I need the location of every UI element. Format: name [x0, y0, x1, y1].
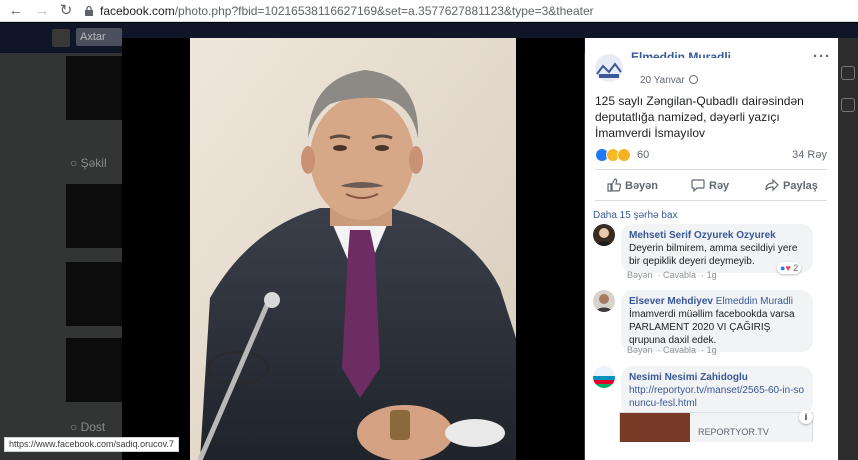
page-name-link[interactable]: Elmeddin Muradli: [631, 50, 741, 58]
comment-time[interactable]: 1g: [707, 270, 717, 280]
comment-reply-link[interactable]: Cavabla: [663, 270, 696, 280]
browser-toolbar: ← → ↻ facebook.com/photo.php?fbid=102165…: [0, 0, 858, 22]
divider: [595, 169, 827, 170]
avatar-image: [593, 366, 615, 388]
background-search-input: Axtar: [76, 28, 122, 46]
post-actions: Bəyən Rəy Paylaş: [595, 175, 827, 195]
address-bar[interactable]: facebook.com/photo.php?fbid=102165381166…: [84, 2, 854, 20]
share-label: Paylaş: [783, 180, 818, 192]
reaction-summary[interactable]: 60 34 Rəy: [595, 146, 827, 164]
comment-bubble: Elsever Mehdiyev Elmeddin Muradli İmamve…: [621, 290, 813, 352]
share-icon: [765, 178, 779, 192]
write-comment-input[interactable]: [585, 442, 838, 460]
back-icon[interactable]: ←: [8, 3, 24, 19]
lock-icon: [85, 5, 93, 16]
link-preview-source: REPORTYOR.TV: [698, 427, 769, 437]
comment-count[interactable]: 34 Rəy: [792, 149, 827, 161]
post-date-text: 20 Yanvar: [640, 75, 685, 86]
comment-like-link[interactable]: Bəyən: [627, 345, 653, 355]
post-panel: Elmeddin Muradli 20 Yanvar ··· 125 saylı…: [585, 38, 838, 460]
divider: [595, 200, 827, 201]
portrait-image: [190, 38, 516, 460]
page-avatar[interactable]: [595, 54, 623, 82]
comment-meta: Bəyən · Cavabla · 1g: [627, 270, 717, 280]
post-text: 125 saylı Zəngilan-Qubadlı dairəsindən d…: [595, 94, 804, 140]
comment-time[interactable]: 1g: [707, 345, 717, 355]
like-label: Bəyən: [625, 180, 659, 192]
commenter-avatar[interactable]: [593, 366, 615, 388]
comment-author[interactable]: Nesimi Nesimi Zahidoglu: [629, 372, 748, 383]
sidebar-icon[interactable]: [841, 98, 855, 112]
share-button[interactable]: Paylaş: [765, 178, 818, 192]
commenter-avatar[interactable]: [593, 224, 615, 246]
comment-reply-link[interactable]: Cavabla: [663, 345, 696, 355]
reload-icon[interactable]: ↻: [58, 3, 74, 19]
comment-like-link[interactable]: Bəyən: [627, 270, 653, 280]
forward-icon[interactable]: →: [34, 3, 50, 19]
sidebar-icon[interactable]: [841, 66, 855, 80]
url-path: /photo.php?fbid=10216538116627169&set=a.…: [174, 4, 594, 18]
avatar-image: [595, 54, 623, 82]
wow-reaction-icon: [617, 148, 631, 162]
status-bar-url: https://www.facebook.com/sadiq.orucov.7: [4, 437, 179, 452]
comment-text: İmamverdi müəllim facebookda varsa PARLA…: [629, 309, 795, 346]
comment-reactions[interactable]: ●♥ 2: [777, 262, 802, 274]
globe-icon: [688, 75, 698, 84]
comment-label: Rəy: [709, 180, 730, 192]
avatar-image: [593, 290, 615, 312]
comment-mention[interactable]: Elmeddin Muradli: [716, 296, 793, 307]
comment-bubble: Nesimi Nesimi Zahidoglu http://reportyor…: [621, 366, 813, 415]
like-button[interactable]: Bəyən: [607, 178, 658, 192]
comment-author[interactable]: Mehseti Serif Ozyurek Ozyurek: [629, 230, 776, 241]
post-timestamp[interactable]: 20 Yanvar: [640, 75, 698, 86]
thumbs-up-icon: [607, 178, 622, 192]
post-photo[interactable]: [190, 38, 516, 460]
view-more-comments-link[interactable]: Daha 15 şərhə bax: [593, 210, 678, 221]
comment-button[interactable]: Rəy: [691, 178, 730, 193]
comment-meta: Bəyən · Cavabla · 1g: [627, 345, 717, 355]
comment-link[interactable]: http://reportyor.tv/manset/2565-60-in-so…: [629, 385, 804, 409]
more-options-icon[interactable]: ···: [813, 48, 831, 65]
background-section-label: ○ Şəkil: [70, 156, 107, 170]
right-sidebar-strip: [838, 38, 858, 460]
commenter-avatar[interactable]: [593, 290, 615, 312]
avatar-image: [593, 224, 615, 246]
comment-icon: [691, 179, 705, 193]
comment-text: Deyerin bilmirem, amma secildiyi yere bi…: [629, 243, 798, 267]
reaction-count[interactable]: 60: [637, 149, 649, 161]
url-host: facebook.com: [100, 4, 175, 18]
love-reaction-icon: ♥: [785, 263, 791, 273]
info-icon[interactable]: i: [799, 410, 813, 424]
comment-reaction-count: 2: [793, 263, 799, 273]
background-section-label-2: ○ Dost: [70, 420, 106, 434]
comment-author[interactable]: Elsever Mehdiyev: [629, 296, 713, 307]
